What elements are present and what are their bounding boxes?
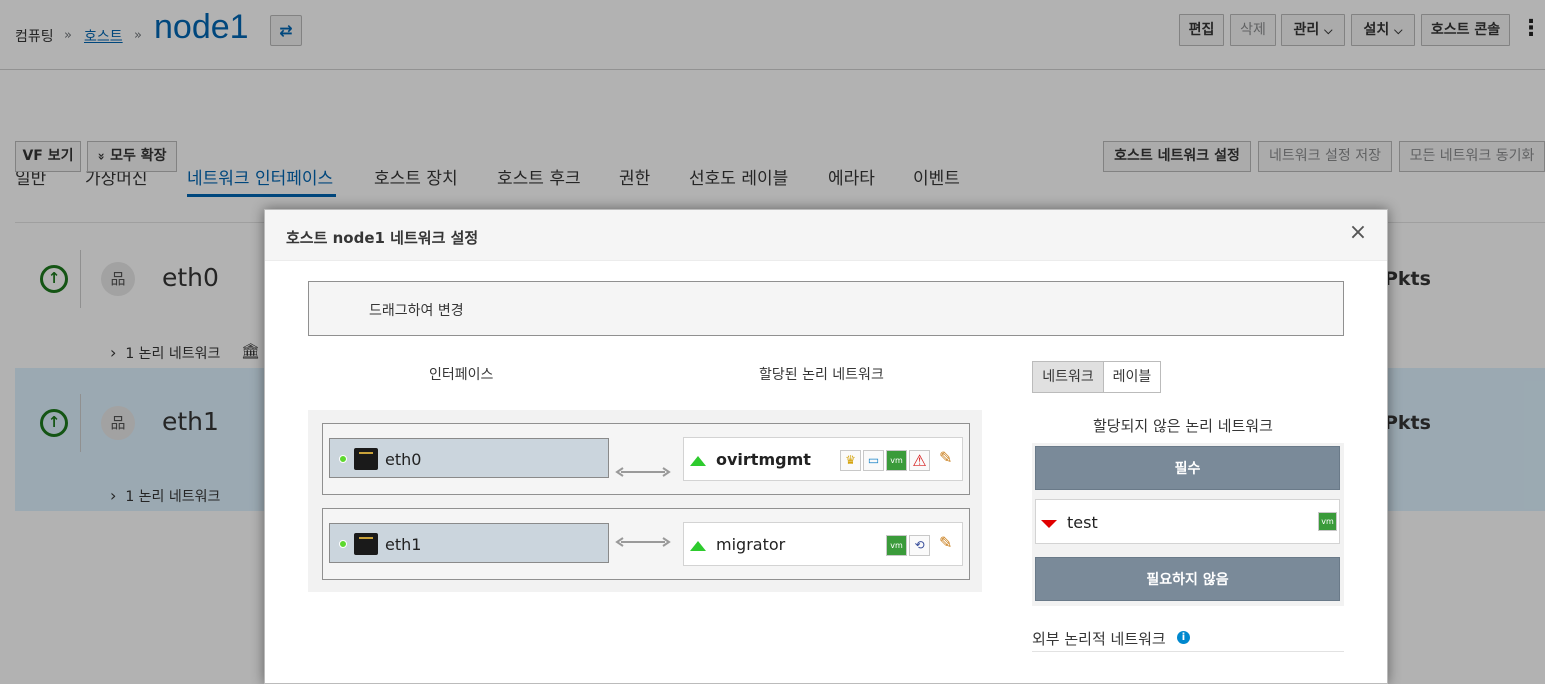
divider	[1032, 651, 1344, 652]
double-arrow-icon	[615, 467, 671, 477]
vm-icon: vm	[886, 450, 907, 471]
monitor-icon: ▭	[863, 450, 884, 471]
network-name: test	[1067, 513, 1098, 532]
nic-box-label: eth0	[385, 450, 422, 469]
dialog-title: 호스트 node1 네트워크 설정	[286, 229, 479, 247]
status-down-icon	[1041, 520, 1057, 528]
double-arrow-icon	[615, 537, 671, 547]
interfaces-panel: eth0 ovirtmgmt ♛ ▭ vm ⚠ ✎ eth1 migrator …	[308, 410, 982, 592]
interface-group: eth0 ovirtmgmt ♛ ▭ vm ⚠ ✎	[322, 423, 970, 495]
network-name: migrator	[716, 535, 786, 554]
nic-eth0[interactable]: eth0	[329, 438, 609, 478]
network-name: ovirtmgmt	[716, 450, 811, 469]
nic-eth1[interactable]: eth1	[329, 523, 609, 563]
close-icon[interactable]: ×	[1348, 221, 1368, 245]
crown-icon: ♛	[840, 450, 861, 471]
info-icon[interactable]: i	[1177, 631, 1190, 644]
vm-icon: vm	[886, 535, 907, 556]
network-migrator[interactable]: migrator vm ⟲ ✎	[683, 522, 963, 566]
toggle-networks-button[interactable]: 네트워크	[1032, 361, 1104, 393]
toggle-labels-button[interactable]: 레이블	[1103, 361, 1161, 393]
link-up-icon	[339, 540, 347, 548]
interfaces-column-header: 인터페이스	[429, 367, 494, 383]
not-required-group-header: 필요하지 않음	[1035, 557, 1340, 601]
unassigned-network-test[interactable]: test vm	[1035, 499, 1340, 544]
dialog-header: 호스트 node1 네트워크 설정 ×	[265, 210, 1387, 261]
unassigned-networks-title: 할당되지 않은 논리 네트워크	[1093, 417, 1273, 435]
external-networks-title: 외부 논리적 네트워크	[1032, 630, 1166, 648]
interface-group: eth1 migrator vm ⟲ ✎	[322, 508, 970, 580]
vm-icon: vm	[1318, 512, 1337, 531]
ethernet-port-icon	[354, 448, 378, 470]
drag-hint-box: 드래그하여 변경	[308, 281, 1344, 336]
status-up-icon	[690, 541, 706, 551]
network-ovirtmgmt[interactable]: ovirtmgmt ♛ ▭ vm ⚠ ✎	[683, 437, 963, 481]
edit-pencil-icon[interactable]: ✎	[939, 449, 955, 467]
ethernet-port-icon	[354, 533, 378, 555]
migration-icon: ⟲	[909, 535, 930, 556]
setup-networks-dialog: 호스트 node1 네트워크 설정 × 드래그하여 변경 인터페이스 할당된 논…	[264, 209, 1388, 684]
edit-pencil-icon[interactable]: ✎	[939, 534, 955, 552]
drag-hint-text: 드래그하여 변경	[369, 303, 464, 319]
warning-icon: ⚠	[909, 450, 930, 471]
required-group-header: 필수	[1035, 446, 1340, 490]
nic-box-label: eth1	[385, 535, 422, 554]
link-up-icon	[339, 455, 347, 463]
status-up-icon	[690, 456, 706, 466]
assigned-networks-column-header: 할당된 논리 네트워크	[759, 367, 884, 383]
